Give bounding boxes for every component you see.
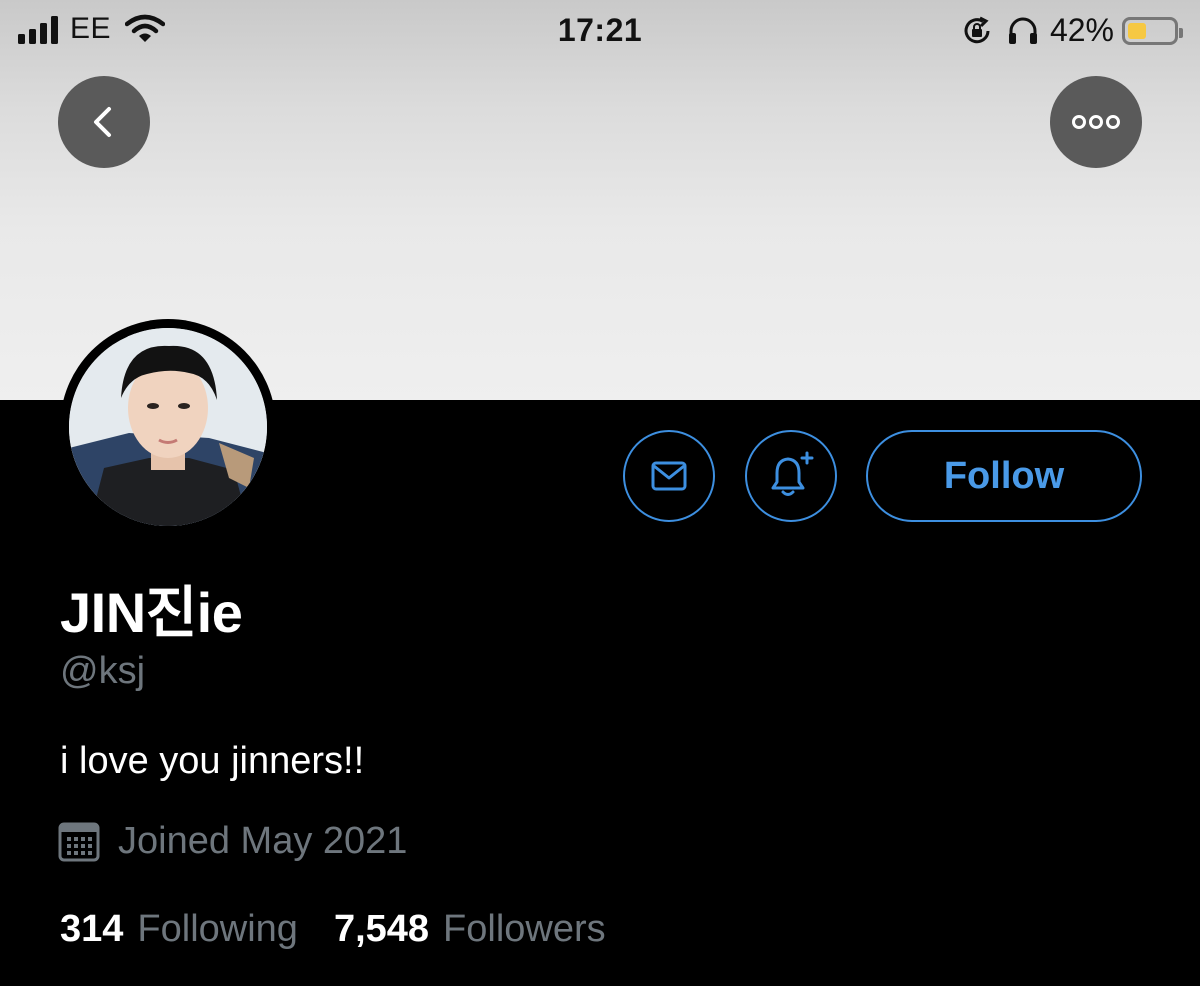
- following-link[interactable]: 314 Following: [60, 908, 298, 951]
- following-count: 314: [60, 908, 124, 950]
- notifications-button[interactable]: [745, 430, 837, 522]
- avatar[interactable]: [60, 319, 276, 535]
- user-handle: @ksj: [60, 650, 146, 692]
- followers-count: 7,548: [333, 908, 430, 950]
- envelope-icon: [651, 461, 687, 491]
- headphones-icon: [1008, 17, 1037, 44]
- chevron-left-icon: [94, 107, 111, 137]
- joined-date: Joined May 2021: [58, 820, 407, 863]
- more-button[interactable]: [1050, 76, 1142, 168]
- profile-stats: 314 Following 7,548 Followers: [60, 908, 606, 951]
- calendar-icon: [58, 822, 100, 861]
- more-horizontal-icon: [1072, 115, 1120, 129]
- battery-icon: [1122, 16, 1183, 45]
- display-name: JIN진ie: [60, 581, 243, 644]
- following-label: Following: [137, 908, 298, 950]
- battery-percent: 42%: [1049, 12, 1114, 48]
- message-button[interactable]: [623, 430, 715, 522]
- rotation-lock-icon: [964, 16, 990, 43]
- back-button[interactable]: [58, 76, 150, 168]
- profile-bio: i love you jinners!!: [60, 740, 365, 782]
- follow-button[interactable]: Follow: [866, 430, 1142, 522]
- joined-label: Joined May 2021: [118, 820, 408, 862]
- followers-label: Followers: [443, 908, 606, 950]
- status-bar: EE 17:21 42%: [0, 0, 1200, 64]
- followers-link[interactable]: 7,548 Followers: [334, 908, 606, 951]
- bell-plus-icon: [771, 451, 814, 496]
- avatar-photo: [69, 328, 267, 526]
